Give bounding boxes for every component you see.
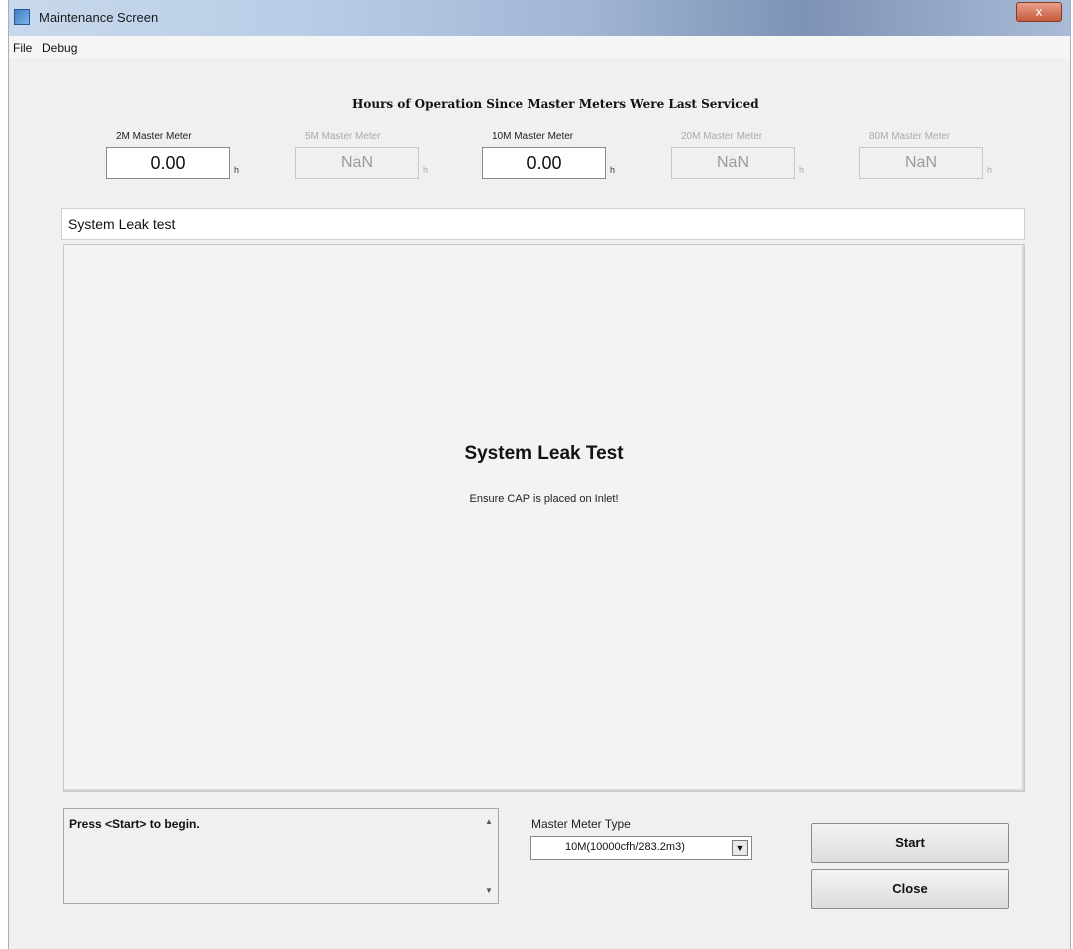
meter-label: 2M Master Meter	[116, 131, 192, 142]
title-bar: Maintenance Screen x	[9, 0, 1070, 36]
meter-hours-field[interactable]: 0.00	[106, 147, 230, 179]
scroll-up-icon[interactable]: ▲	[484, 817, 494, 826]
meter-hours-field: NaN	[859, 147, 983, 179]
current-test-field: System Leak test	[61, 208, 1025, 240]
meter-label: 20M Master Meter	[681, 131, 763, 142]
meter-unit: h	[610, 165, 616, 175]
menu-debug[interactable]: Debug	[42, 41, 77, 55]
meter-hours-field[interactable]: 0.00	[482, 147, 606, 179]
status-message: Press <Start> to begin.	[69, 817, 200, 831]
start-button[interactable]: Start	[811, 823, 1009, 863]
close-button[interactable]: Close	[811, 869, 1009, 909]
master-meter-type-value: 10M(10000cfh/283.2m3)	[565, 841, 685, 853]
meter-unit: h	[423, 165, 429, 175]
meter-unit: h	[987, 165, 993, 175]
test-panel: System Leak Test Ensure CAP is placed on…	[63, 244, 1025, 792]
meter-hours-field: NaN	[295, 147, 419, 179]
panel-instruction: Ensure CAP is placed on Inlet!	[469, 493, 619, 505]
master-meter-type-label: Master Meter Type	[531, 817, 631, 831]
status-log[interactable]: Press <Start> to begin. ▲ ▼	[63, 808, 499, 904]
app-icon	[14, 9, 30, 25]
meter-unit: h	[234, 165, 240, 175]
menu-bar: File Debug	[9, 36, 1070, 58]
hours-heading: Hours of Operation Since Master Meters W…	[352, 97, 759, 111]
master-meter-type-select[interactable]: 10M(10000cfh/283.2m3) ▼	[530, 836, 752, 860]
panel-title: System Leak Test	[464, 443, 624, 464]
meter-label: 80M Master Meter	[869, 131, 951, 142]
meter-label: 5M Master Meter	[305, 131, 381, 142]
scroll-down-icon[interactable]: ▼	[484, 886, 494, 895]
maintenance-window: Maintenance Screen x File Debug Hours of…	[8, 0, 1071, 949]
menu-file[interactable]: File	[13, 41, 32, 55]
meter-label: 10M Master Meter	[492, 131, 574, 142]
chevron-down-icon[interactable]: ▼	[732, 840, 748, 856]
meter-hours-field: NaN	[671, 147, 795, 179]
meter-unit: h	[799, 165, 805, 175]
window-close-button[interactable]: x	[1016, 2, 1062, 22]
window-title: Maintenance Screen	[39, 10, 159, 25]
